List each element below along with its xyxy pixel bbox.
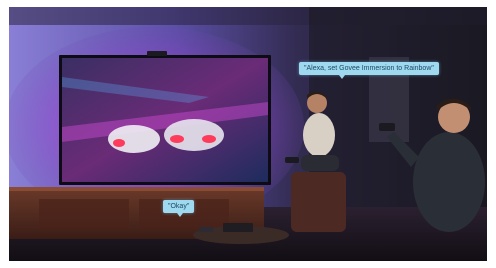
voice-command-text: "Alexa, set Govee Immersion to Rainbow" [304,65,434,72]
screen-car-taillight [113,139,125,147]
person-left-legs [301,155,339,171]
voice-command-bubble: "Alexa, set Govee Immersion to Rainbow" [299,62,439,79]
person-right-jacket [413,132,485,232]
controller-left [285,157,299,163]
tv-camera-bar [147,51,167,56]
cabinet-top [9,187,264,191]
person-left-shirt [303,113,335,157]
assistant-reply-text: "Okay" [168,203,190,210]
assistant-reply-bubble: "Okay" [163,200,195,217]
controller-right [379,123,395,131]
smart-speaker [199,227,213,232]
cabinet-door [39,199,129,229]
screen-car-right [164,119,224,151]
screen-car-taillight [202,135,216,143]
scene-illustration [9,7,487,261]
screen-car-taillight [170,135,184,143]
chair [291,172,346,232]
game-console [223,223,253,232]
photo-scene: "Alexa, set Govee Immersion to Rainbow" … [9,7,487,261]
screen-car-left [108,125,160,153]
